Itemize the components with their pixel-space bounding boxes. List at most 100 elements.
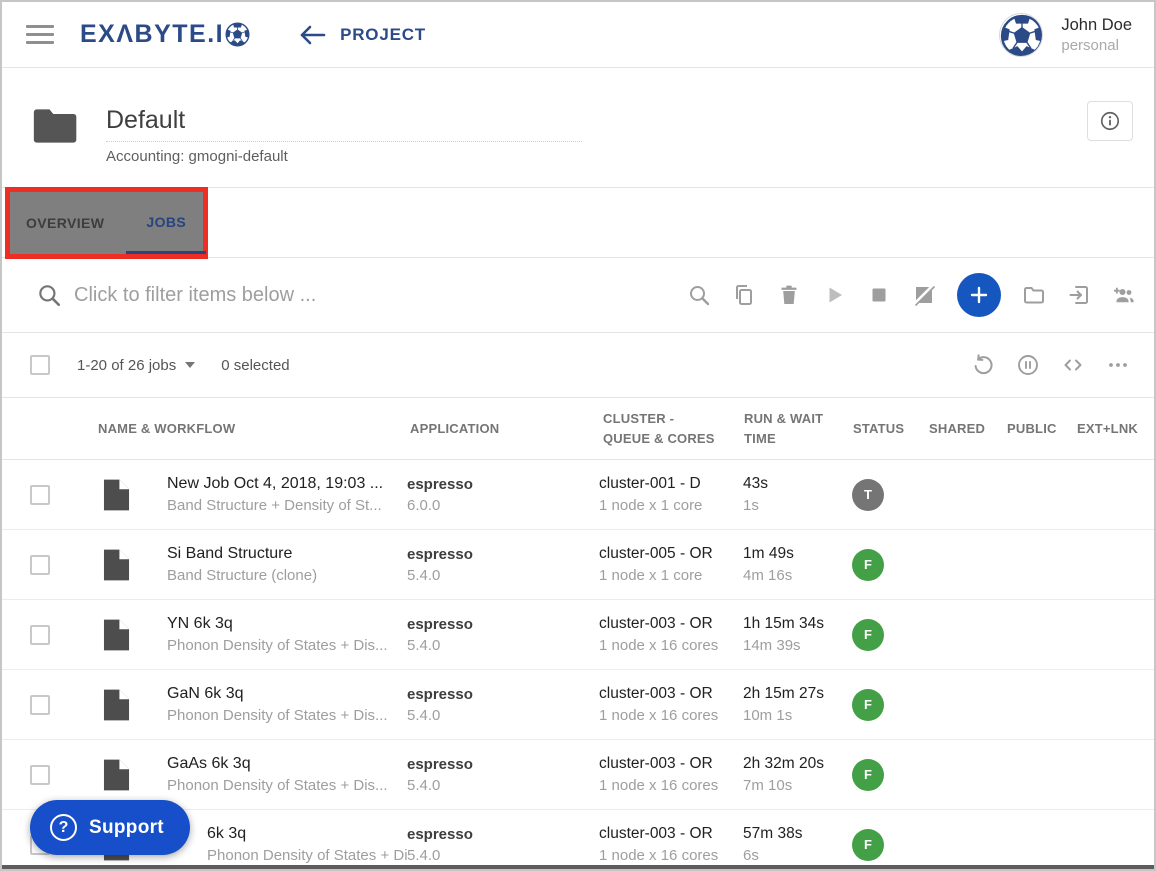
file-icon <box>103 758 130 792</box>
user-text: John Doe personal <box>1061 16 1132 54</box>
job-workflow: Phonon Density of States + Dis... <box>167 707 407 724</box>
job-wait-time: 14m 39s <box>743 637 847 654</box>
back-arrow-icon[interactable] <box>298 23 328 47</box>
table-row[interactable]: Si Band Structure Band Structure (clone)… <box>2 530 1154 600</box>
job-application-cell: espresso 5.4.0 <box>407 546 599 584</box>
job-cores: 1 node x 16 cores <box>599 637 739 654</box>
code-icon[interactable] <box>1061 353 1085 377</box>
user-menu[interactable]: John Doe personal <box>999 13 1132 57</box>
project-title[interactable]: Default <box>106 106 185 135</box>
job-cores: 1 node x 16 cores <box>599 847 739 864</box>
job-wait-time: 10m 1s <box>743 707 847 724</box>
job-run-time: 2h 15m 27s <box>743 685 847 703</box>
col-ext-lnk: EXT+LNK <box>1065 419 1156 439</box>
support-button[interactable]: ? Support <box>30 800 190 855</box>
row-checkbox[interactable] <box>30 625 50 645</box>
col-run-wait: RUN & WAIT TIME <box>739 409 847 448</box>
delete-icon[interactable] <box>777 283 801 307</box>
title-underline <box>106 141 582 142</box>
col-public: PUBLIC <box>992 419 1065 439</box>
status-badge: F <box>852 689 884 721</box>
copy-icon[interactable] <box>732 283 756 307</box>
menu-icon[interactable] <box>26 20 54 49</box>
table-row[interactable]: GaAs 6k 3q Phonon Density of States + Di… <box>2 740 1154 810</box>
file-icon <box>103 618 130 652</box>
tabs-highlight-annotation: OVERVIEW JOBS <box>5 187 208 259</box>
job-name-cell: GaN 6k 3q Phonon Density of States + Dis… <box>162 685 407 724</box>
col-shared: SHARED <box>914 419 992 439</box>
job-app-version: 6.0.0 <box>407 497 599 514</box>
avatar[interactable] <box>999 13 1043 57</box>
job-cluster-cell: cluster-005 - OR 1 node x 1 core <box>599 545 739 584</box>
tab-jobs[interactable]: JOBS <box>126 192 206 254</box>
job-cluster-cell: cluster-003 - OR 1 node x 16 cores <box>599 615 739 654</box>
job-name: Si Band Structure <box>167 545 407 563</box>
job-name: GaAs 6k 3q <box>167 755 407 773</box>
job-workflow: Band Structure + Density of St... <box>167 497 407 514</box>
filter-input[interactable] <box>74 284 504 307</box>
table-row[interactable]: GaN 6k 3q Phonon Density of States + Dis… <box>2 670 1154 740</box>
pause-icon[interactable] <box>1016 353 1040 377</box>
job-cluster-cell: cluster-003 - OR 1 node x 16 cores <box>599 825 739 864</box>
app-window: EXΛBYTE.I PROJECT John Doe personal Defa… <box>0 0 1156 871</box>
run-job-icon[interactable] <box>822 283 846 307</box>
job-cluster: cluster-003 - OR <box>599 755 739 773</box>
job-wait-time: 1s <box>743 497 847 514</box>
job-run-time: 43s <box>743 475 847 493</box>
table-row[interactable]: YN 6k 3q Phonon Density of States + Dis.… <box>2 600 1154 670</box>
exit-to-app-icon[interactable] <box>1067 283 1091 307</box>
job-time-cell: 43s 1s <box>739 475 847 514</box>
share-with-people-icon[interactable] <box>1112 283 1136 307</box>
stop-job-icon[interactable] <box>867 283 891 307</box>
row-checkbox[interactable] <box>30 485 50 505</box>
job-name-cell: GaAs 6k 3q Phonon Density of States + Di… <box>162 755 407 794</box>
row-checkbox[interactable] <box>30 555 50 575</box>
job-name-cell: Si Band Structure Band Structure (clone) <box>162 545 407 584</box>
brand-text: EXΛBYTE.I <box>80 20 224 49</box>
jobs-toolbar <box>687 273 1136 317</box>
info-button[interactable] <box>1087 101 1133 141</box>
status-badge: F <box>852 619 884 651</box>
job-application: espresso <box>407 546 599 563</box>
table-header: NAME & WORKFLOW APPLICATION CLUSTER - QU… <box>2 398 1154 460</box>
job-application-cell: espresso 5.4.0 <box>407 616 599 654</box>
job-wait-time: 4m 16s <box>743 567 847 584</box>
job-name-cell: YN 6k 3q Phonon Density of States + Dis.… <box>162 615 407 654</box>
page-range-dropdown[interactable]: 1-20 of 26 jobs <box>77 357 195 374</box>
job-cores: 1 node x 16 cores <box>599 777 739 794</box>
job-application-cell: espresso 6.0.0 <box>407 476 599 514</box>
more-icon[interactable] <box>1106 353 1130 377</box>
create-job-button[interactable] <box>957 273 1001 317</box>
file-icon <box>103 688 130 722</box>
filter-bar <box>2 258 1154 333</box>
job-name: YN 6k 3q <box>167 615 407 633</box>
brand-logo[interactable]: EXΛBYTE.I <box>80 20 250 49</box>
job-workflow: Phonon Density of States + Dis... <box>207 847 407 864</box>
tab-overview[interactable]: OVERVIEW <box>24 192 106 254</box>
row-checkbox[interactable] <box>30 695 50 715</box>
job-app-version: 5.4.0 <box>407 637 599 654</box>
breadcrumb: PROJECT <box>340 25 426 45</box>
job-time-cell: 2h 15m 27s 10m 1s <box>739 685 847 724</box>
toolbar-search-icon[interactable] <box>687 283 711 307</box>
job-run-time: 1m 49s <box>743 545 847 563</box>
job-cores: 1 node x 1 core <box>599 497 739 514</box>
job-app-version: 5.4.0 <box>407 847 599 864</box>
col-name-workflow: NAME & WORKFLOW <box>92 419 407 439</box>
job-cluster: cluster-003 - OR <box>599 825 739 843</box>
job-cluster-cell: cluster-003 - OR 1 node x 16 cores <box>599 685 739 724</box>
job-application: espresso <box>407 826 599 843</box>
select-all-checkbox[interactable] <box>30 355 50 375</box>
info-icon <box>1099 110 1121 132</box>
table-row[interactable]: New Job Oct 4, 2018, 19:03 ... Band Stru… <box>2 460 1154 530</box>
cancel-job-icon[interactable] <box>912 283 936 307</box>
refresh-icon[interactable] <box>971 353 995 377</box>
move-to-folder-icon[interactable] <box>1022 283 1046 307</box>
tab-bar: OVERVIEW JOBS <box>2 188 1154 258</box>
job-cluster-cell: cluster-003 - OR 1 node x 16 cores <box>599 755 739 794</box>
row-checkbox[interactable] <box>30 765 50 785</box>
status-badge: T <box>852 479 884 511</box>
job-name: New Job Oct 4, 2018, 19:03 ... <box>167 475 407 493</box>
job-application-cell: espresso 5.4.0 <box>407 756 599 794</box>
user-name: John Doe <box>1061 16 1132 35</box>
